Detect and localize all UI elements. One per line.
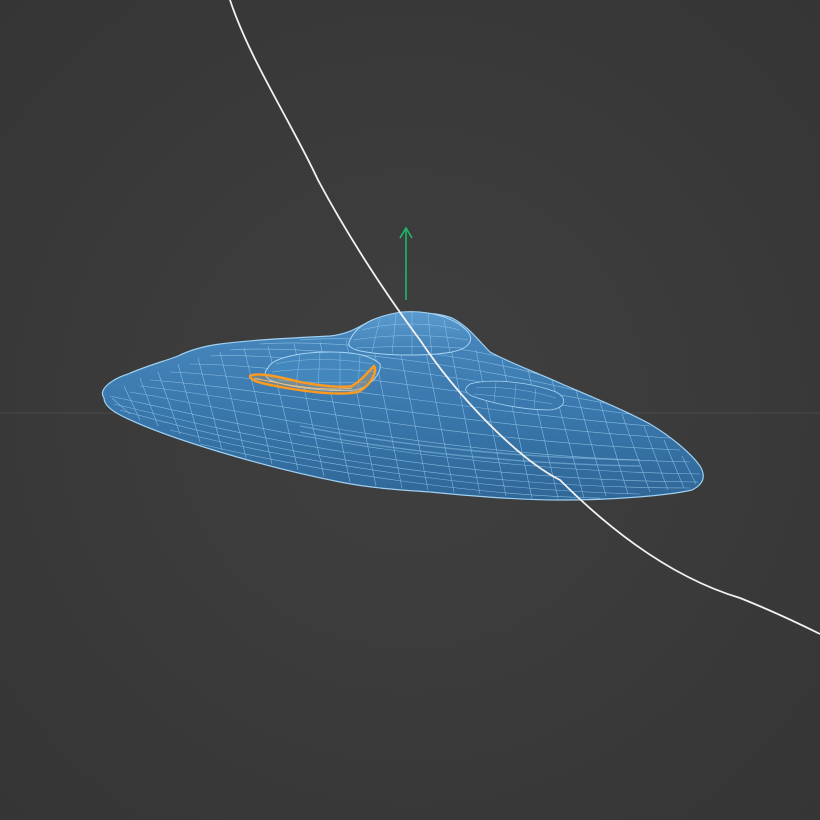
3d-viewport[interactable] <box>0 0 820 820</box>
move-y-arrow-icon[interactable] <box>399 226 413 300</box>
spline-curve[interactable] <box>229 0 820 635</box>
ufo-model[interactable] <box>101 311 704 501</box>
